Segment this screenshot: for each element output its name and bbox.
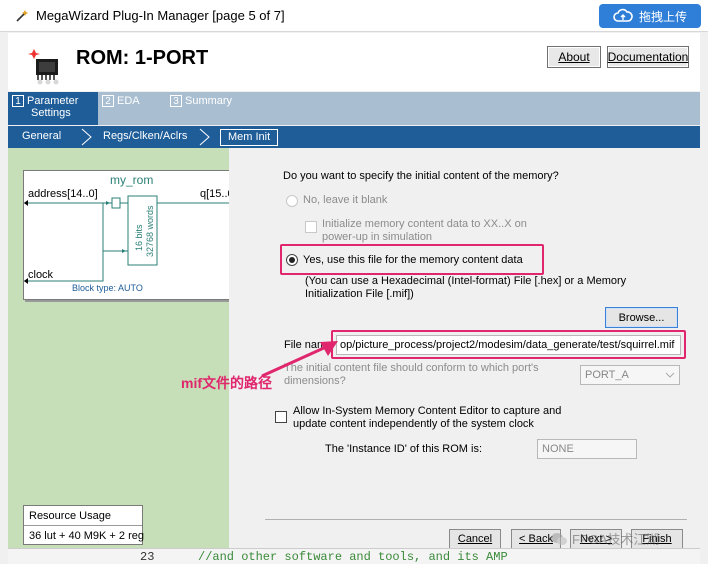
window-title: MegaWizard Plug-In Manager [page 5 of 7] [36, 8, 285, 23]
watermark-text: FPGA技术江湖 [572, 532, 660, 547]
no-option-label: No, leave it blank [303, 194, 388, 206]
port-select[interactable]: PORT_A [580, 365, 680, 385]
subtab-regs-clken-aclrs[interactable]: Regs/Clken/Aclrs [103, 129, 187, 146]
yes-option-label: Yes, use this file for the memory conten… [303, 254, 523, 266]
annotation-arrow [261, 341, 338, 378]
subtab-general[interactable]: General [22, 129, 61, 146]
resource-usage-box: Resource Usage 36 lut + 40 M9K + 2 reg [23, 505, 144, 545]
port-select-value: PORT_A [585, 369, 629, 381]
tab-bar: 1 Parameter Settings 2 EDA 3 Summary [8, 92, 700, 125]
words-label: 32768 words [145, 205, 155, 257]
browse-button[interactable]: Browse... [605, 307, 678, 328]
subtab-mem-init[interactable]: Mem Init [220, 129, 279, 146]
about-button[interactable]: About [547, 46, 601, 68]
tab-label-line2: Settings [31, 107, 71, 119]
init-question: Do you want to specify the initial conte… [283, 170, 559, 182]
watermark: FPGA技术江湖 [550, 529, 659, 548]
wizard-app-icon [14, 8, 30, 24]
rom-symbol: my_rom address[14..0] q[15..0] clock 16 … [23, 170, 242, 300]
allow-editor-label: Allow In-System Memory Content Editor to… [293, 405, 562, 430]
subtab-bar: General Regs/Clken/Aclrs Mem Init [8, 126, 700, 148]
wechat-icon [551, 532, 567, 545]
instance-id-label: The 'Instance ID' of this ROM is: [325, 443, 483, 455]
file-name-input[interactable]: op/picture_process/project2/modesim/data… [336, 335, 681, 355]
upload-label: 拖拽上传 [638, 9, 687, 24]
resource-usage-value: 36 lut + 40 M9K + 2 reg [29, 530, 144, 542]
init-xx-label: Initialize memory content data to XX..X … [322, 218, 527, 243]
code-text: //and other software and tools, and its … [198, 550, 508, 564]
upload-button[interactable]: 拖拽上传 [599, 4, 701, 28]
instance-id-input[interactable]: NONE [537, 439, 637, 459]
chip-icon [28, 45, 68, 85]
cloud-upload-icon [613, 8, 633, 22]
background-code-line: 23 //and other software and tools, and i… [8, 548, 700, 564]
page-title: ROM: 1-PORT [76, 47, 209, 69]
bits-label: 16 bits [134, 224, 144, 251]
init-xx-checkbox[interactable] [305, 221, 317, 233]
chevron-right-icon [198, 128, 212, 149]
chevron-right-icon [80, 128, 94, 149]
wizard-header: ROM: 1-PORT About Documentation [8, 33, 700, 91]
yes-option-radio[interactable] [286, 254, 298, 266]
chevron-down-icon [665, 372, 675, 378]
tab-label: Summary [185, 95, 233, 107]
cancel-button[interactable]: Cancel [449, 529, 501, 549]
window-title-bar: MegaWizard Plug-In Manager [page 5 of 7]… [0, 0, 708, 32]
tab-eda[interactable]: 2 EDA [98, 92, 166, 125]
resource-usage-title: Resource Usage [29, 510, 111, 522]
tab-number: 3 [170, 95, 182, 107]
tab-parameter-settings[interactable]: 1 Parameter Settings [8, 92, 98, 125]
tab-number: 2 [102, 95, 114, 107]
documentation-button[interactable]: Documentation [607, 46, 689, 68]
symbol-wiring [24, 195, 241, 284]
code-line-number: 23 [140, 550, 155, 564]
tab-label: Parameter [27, 95, 79, 107]
allow-editor-checkbox[interactable] [275, 411, 287, 423]
tab-number: 1 [12, 95, 24, 107]
block-type-label: Block type: AUTO [72, 283, 143, 293]
file-type-hint: (You can use a Hexadecimal (Intel-format… [305, 275, 627, 300]
tab-label: EDA [117, 95, 140, 107]
no-option-radio[interactable] [286, 195, 298, 207]
tab-summary[interactable]: 3 Summary [166, 92, 246, 125]
